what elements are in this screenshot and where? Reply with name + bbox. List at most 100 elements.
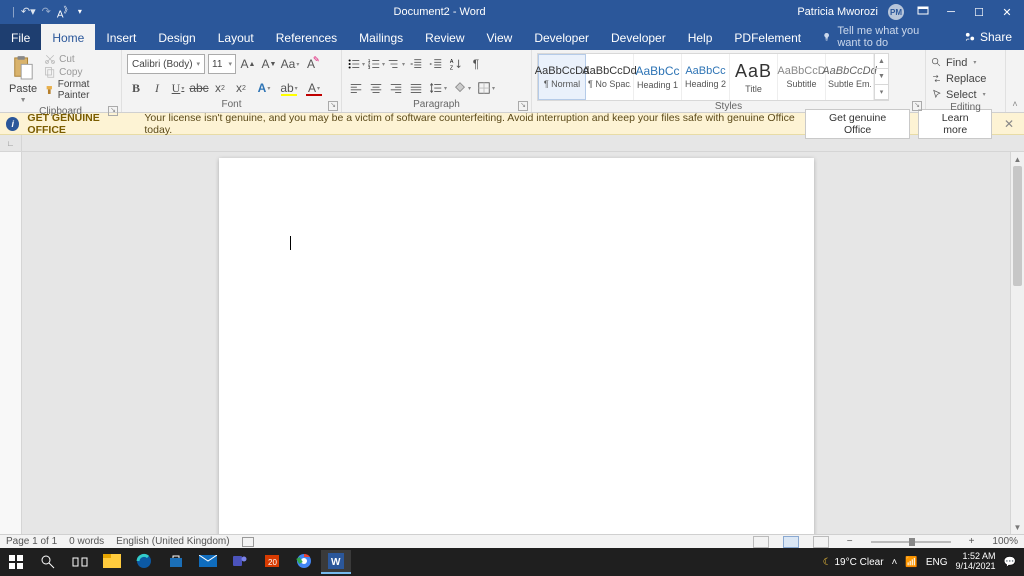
taskbar-app-teams[interactable]	[225, 550, 255, 574]
text-effects-button[interactable]: A▾	[253, 79, 275, 97]
font-launcher[interactable]: ↘	[328, 101, 338, 111]
avatar[interactable]: PM	[888, 4, 904, 20]
tab-mailings[interactable]: Mailings	[348, 24, 414, 50]
tab-home[interactable]: Home	[41, 24, 95, 50]
minimize-icon[interactable]: ─	[942, 6, 960, 18]
copy-button[interactable]: Copy	[44, 66, 116, 78]
clipboard-launcher[interactable]: ↘	[108, 106, 118, 116]
taskbar-app-chrome[interactable]	[289, 550, 319, 574]
tab-layout[interactable]: Layout	[207, 24, 265, 50]
style-subtitle[interactable]: AaBbCcDSubtitle	[778, 54, 826, 100]
status-page[interactable]: Page 1 of 1	[6, 536, 57, 547]
scroll-down-icon[interactable]: ▼	[1011, 520, 1024, 534]
vertical-ruler[interactable]	[0, 152, 22, 534]
borders-button[interactable]: ▾	[475, 79, 497, 97]
shrink-font-button[interactable]: A▼	[260, 55, 278, 73]
clear-formatting-button[interactable]: A✎	[302, 55, 320, 73]
grow-font-button[interactable]: A▲	[239, 55, 257, 73]
msgbar-close-icon[interactable]: ✕	[1000, 117, 1018, 131]
task-view-button[interactable]	[64, 548, 96, 576]
show-marks-button[interactable]: ¶	[467, 55, 485, 73]
start-button[interactable]	[0, 548, 32, 576]
line-spacing-button[interactable]: ▾	[427, 79, 449, 97]
status-macro-icon[interactable]	[242, 537, 254, 547]
weather-widget[interactable]: ☾ 19°C Clear	[823, 557, 884, 568]
taskbar-app-word[interactable]: W	[321, 550, 351, 574]
zoom-out-button[interactable]: −	[847, 536, 853, 547]
tab-pdfelement[interactable]: PDFelement	[723, 24, 812, 50]
italic-button[interactable]: I	[148, 79, 166, 97]
style-heading2[interactable]: AaBbCcHeading 2	[682, 54, 730, 100]
collapse-ribbon-icon[interactable]: ˄	[1006, 50, 1024, 112]
sort-button[interactable]: AZ	[447, 55, 465, 73]
page[interactable]	[219, 158, 814, 534]
tab-file[interactable]: File	[0, 24, 41, 50]
styles-up-icon[interactable]: ▲	[875, 54, 888, 69]
align-center-button[interactable]	[367, 79, 385, 97]
tab-view[interactable]: View	[476, 24, 524, 50]
shading-button[interactable]: ▾	[451, 79, 473, 97]
tab-developer[interactable]: Developer	[523, 24, 600, 50]
styles-launcher[interactable]: ↘	[912, 101, 922, 111]
tab-references[interactable]: References	[265, 24, 348, 50]
numbering-button[interactable]: 123▾	[367, 55, 385, 73]
underline-button[interactable]: U▾	[169, 79, 187, 97]
paragraph-launcher[interactable]: ↘	[518, 101, 528, 111]
web-layout-button[interactable]	[813, 536, 829, 548]
taskbar-app-store[interactable]	[161, 550, 191, 574]
search-button[interactable]	[32, 548, 64, 576]
scroll-thumb[interactable]	[1013, 166, 1022, 286]
tab-design[interactable]: Design	[147, 24, 206, 50]
status-words[interactable]: 0 words	[69, 536, 104, 547]
change-case-button[interactable]: Aa▾	[281, 55, 299, 73]
bold-button[interactable]: B	[127, 79, 145, 97]
font-color-button[interactable]: A▾	[303, 79, 325, 97]
align-left-button[interactable]	[347, 79, 365, 97]
superscript-button[interactable]: x2	[232, 79, 250, 97]
decrease-indent-button[interactable]	[407, 55, 425, 73]
action-center-icon[interactable]: 💬	[1004, 557, 1016, 568]
vertical-scrollbar[interactable]: ▲ ▼	[1010, 152, 1024, 534]
undo-icon[interactable]: ↶▾	[21, 5, 36, 18]
zoom-slider[interactable]	[871, 541, 951, 543]
tab-help[interactable]: Help	[677, 24, 724, 50]
cut-button[interactable]: Cut	[44, 53, 116, 65]
format-painter-button[interactable]: Format Painter	[44, 79, 116, 101]
status-language[interactable]: English (United Kingdom)	[116, 536, 229, 547]
style-subtle-emphasis[interactable]: AaBbCcDdSubtle Em...	[826, 54, 874, 100]
font-name-combo[interactable]: Calibri (Body)▾	[127, 54, 205, 74]
tray-network-icon[interactable]: 📶	[905, 557, 917, 568]
justify-button[interactable]	[407, 79, 425, 97]
strikethrough-button[interactable]: abc	[190, 79, 208, 97]
highlight-button[interactable]: ab▾	[278, 79, 300, 97]
user-name[interactable]: Patricia Mworozi	[797, 6, 878, 18]
font-size-combo[interactable]: 11▾	[208, 54, 236, 74]
learn-more-button[interactable]: Learn more	[918, 109, 991, 139]
align-right-button[interactable]	[387, 79, 405, 97]
taskbar-app-calendar[interactable]: 20	[257, 550, 287, 574]
taskbar-app-edge[interactable]	[129, 550, 159, 574]
paste-button[interactable]: Paste ▼	[5, 53, 41, 106]
get-genuine-button[interactable]: Get genuine Office	[805, 109, 911, 139]
tray-clock[interactable]: 1:52 AM 9/14/2021	[956, 552, 996, 572]
style-normal[interactable]: AaBbCcDd¶ Normal	[538, 54, 586, 100]
styles-more-icon[interactable]: ▾	[875, 85, 888, 100]
tab-selector[interactable]: ∟	[0, 135, 22, 151]
tab-insert[interactable]: Insert	[95, 24, 147, 50]
multilevel-button[interactable]: ▾	[387, 55, 405, 73]
bullets-button[interactable]: ▾	[347, 55, 365, 73]
ribbon-display-icon[interactable]	[914, 5, 932, 20]
taskbar-app-mail[interactable]	[193, 550, 223, 574]
tell-me-search[interactable]: Tell me what you want to do	[812, 24, 952, 50]
find-button[interactable]: Find▾	[931, 55, 986, 70]
touch-mode-icon[interactable]: A》	[57, 4, 72, 20]
zoom-level[interactable]: 100%	[992, 536, 1018, 547]
zoom-in-button[interactable]: +	[969, 536, 975, 547]
taskbar-app-explorer[interactable]	[97, 550, 127, 574]
document-canvas[interactable]	[22, 152, 1010, 534]
increase-indent-button[interactable]	[427, 55, 445, 73]
redo-icon[interactable]: ↷	[42, 5, 51, 18]
tab-developer-2[interactable]: Developer	[600, 24, 677, 50]
tray-chevron-icon[interactable]: ˄	[892, 557, 898, 568]
read-mode-button[interactable]	[753, 536, 769, 548]
